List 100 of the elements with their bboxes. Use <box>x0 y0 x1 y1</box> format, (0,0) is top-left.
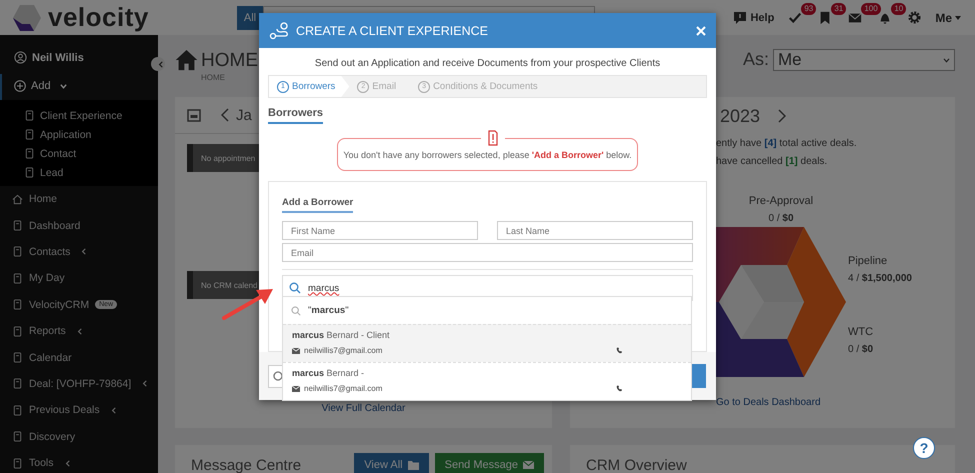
chevron-icon <box>64 460 71 467</box>
logo-text: velocity <box>48 2 149 33</box>
chevron-icon <box>110 406 117 414</box>
document-icon <box>24 148 35 159</box>
document-icon <box>24 167 35 178</box>
month-label: Ja <box>236 106 252 124</box>
bookmark-icon[interactable] <box>818 10 832 24</box>
sidebar-item[interactable]: Reports <box>29 325 66 338</box>
sidebar-item[interactable]: Discovery <box>29 430 76 443</box>
sidebar-item[interactable]: Calendar <box>29 352 72 364</box>
document-icon <box>12 378 23 390</box>
stage-value: 0 / $0 <box>848 343 874 357</box>
user-select[interactable]: Me <box>773 49 955 71</box>
deals-summary: ently have [4] total active deals. <box>716 137 858 151</box>
user-menu[interactable]: Me <box>935 10 961 24</box>
dialog-subtitle: Send out an Application and receive Documents from your prospective Clients <box>314 58 662 69</box>
logo-icon <box>12 4 42 32</box>
document-icon <box>12 246 23 258</box>
sidebar-item[interactable]: Contacts <box>29 246 70 258</box>
document-icon <box>12 352 23 364</box>
plus-circle-icon <box>14 80 26 92</box>
help-link[interactable]: Help <box>733 10 774 24</box>
document-icon <box>12 299 23 310</box>
chevron-icon <box>80 248 88 256</box>
stage-name: Pre-Approval <box>748 194 814 209</box>
submenu-item[interactable]: Application <box>40 128 92 140</box>
house-icon <box>12 194 23 205</box>
card-title: Message Centre <box>191 456 302 473</box>
envelope-icon <box>292 386 300 392</box>
search-icon <box>289 282 301 294</box>
chevron-icon[interactable] <box>778 109 786 123</box>
sidebar-item[interactable]: My Day <box>29 272 65 284</box>
calendar-icon <box>187 108 201 122</box>
submenu-item[interactable]: Client Experience <box>40 110 122 122</box>
as-label: As: <box>742 49 769 70</box>
input-field[interactable]: Email <box>282 243 693 262</box>
breadcrumb[interactable]: HOME <box>201 73 258 82</box>
sidebar-item[interactable]: Deal: [VOHFP-79864] <box>29 378 132 390</box>
settings-icon[interactable] <box>908 11 922 24</box>
phone-icon <box>616 385 623 392</box>
input-field[interactable]: Last Name <box>497 221 693 240</box>
document-icon <box>12 220 23 232</box>
user-icon <box>14 51 27 64</box>
count-badge: 10 <box>891 2 906 14</box>
sidebar-item[interactable]: VelocityCRM <box>29 298 90 311</box>
view-all-button[interactable]: View All <box>354 453 429 473</box>
year-label: 2023 <box>720 106 760 126</box>
section-title: Borrowers <box>268 107 324 124</box>
dialog-title: CREATE A CLIENT EXPERIENCE <box>296 24 488 38</box>
submenu-item[interactable]: Contact <box>40 148 76 160</box>
stage-value: 4 / $1,500,000 <box>848 272 912 286</box>
sidebar-item[interactable]: Home <box>29 193 58 206</box>
calendar-link[interactable]: View Full Calendar <box>175 403 552 414</box>
panel-title: Add a Borrower <box>282 197 354 213</box>
envelope-icon[interactable] <box>848 10 862 24</box>
document-icon <box>12 326 23 337</box>
search-scope-button[interactable]: All <box>237 6 263 30</box>
speech-bubble-icon <box>733 10 748 24</box>
contact-option[interactable]: marcus Bernard - Client neilwillis7@gmail.com <box>283 324 691 362</box>
document-icon <box>12 431 23 442</box>
document-icon <box>24 110 35 121</box>
chevron-icon <box>156 60 164 68</box>
count-badge: 93 <box>801 2 816 14</box>
search-icon <box>291 306 301 316</box>
stage-name: WTC <box>848 325 874 340</box>
stage-value: 0 / $0 <box>767 212 795 226</box>
chevron-icon <box>60 82 67 90</box>
document-icon <box>12 272 23 284</box>
page-title: HOME <box>201 49 258 73</box>
search-query-option[interactable]: "marcus" <box>308 305 349 316</box>
envelope-icon <box>523 461 534 469</box>
chevron-icon <box>141 380 148 388</box>
user-name: Neil Willis <box>32 52 84 64</box>
sidebar-item[interactable]: Previous Deals <box>29 404 100 416</box>
sidebar-item[interactable]: Tools <box>29 457 54 470</box>
folder-icon <box>408 460 419 470</box>
deals-dashboard-link[interactable]: Go to Deals Dashboard <box>716 397 955 408</box>
input-field[interactable]: First Name <box>282 221 478 240</box>
document-icon <box>12 458 23 469</box>
chevron-icon[interactable] <box>221 108 229 122</box>
house-icon <box>175 49 198 71</box>
circle-icon <box>273 371 283 381</box>
document-icon <box>12 404 23 416</box>
check-icon[interactable] <box>788 10 802 24</box>
close-button[interactable] <box>696 26 706 36</box>
card-title: CRM Overview <box>586 456 687 473</box>
stage-name: Pipeline <box>848 254 888 269</box>
close-icon <box>696 26 706 36</box>
submenu-item[interactable]: Lead <box>40 166 64 178</box>
caret-icon <box>943 58 950 62</box>
collapse-button[interactable] <box>151 57 165 71</box>
deals-summary: have cancelled [1] deals. <box>716 155 828 169</box>
phone-icon <box>616 347 623 354</box>
envelope-icon <box>292 348 300 354</box>
send-message-button[interactable]: Send Message <box>434 453 544 473</box>
count-badge: 100 <box>861 2 881 14</box>
sidebar-item[interactable]: Dashboard <box>29 220 80 232</box>
help-button[interactable]: ? <box>913 437 935 459</box>
document-icon <box>24 129 35 140</box>
caret-icon <box>955 16 961 20</box>
